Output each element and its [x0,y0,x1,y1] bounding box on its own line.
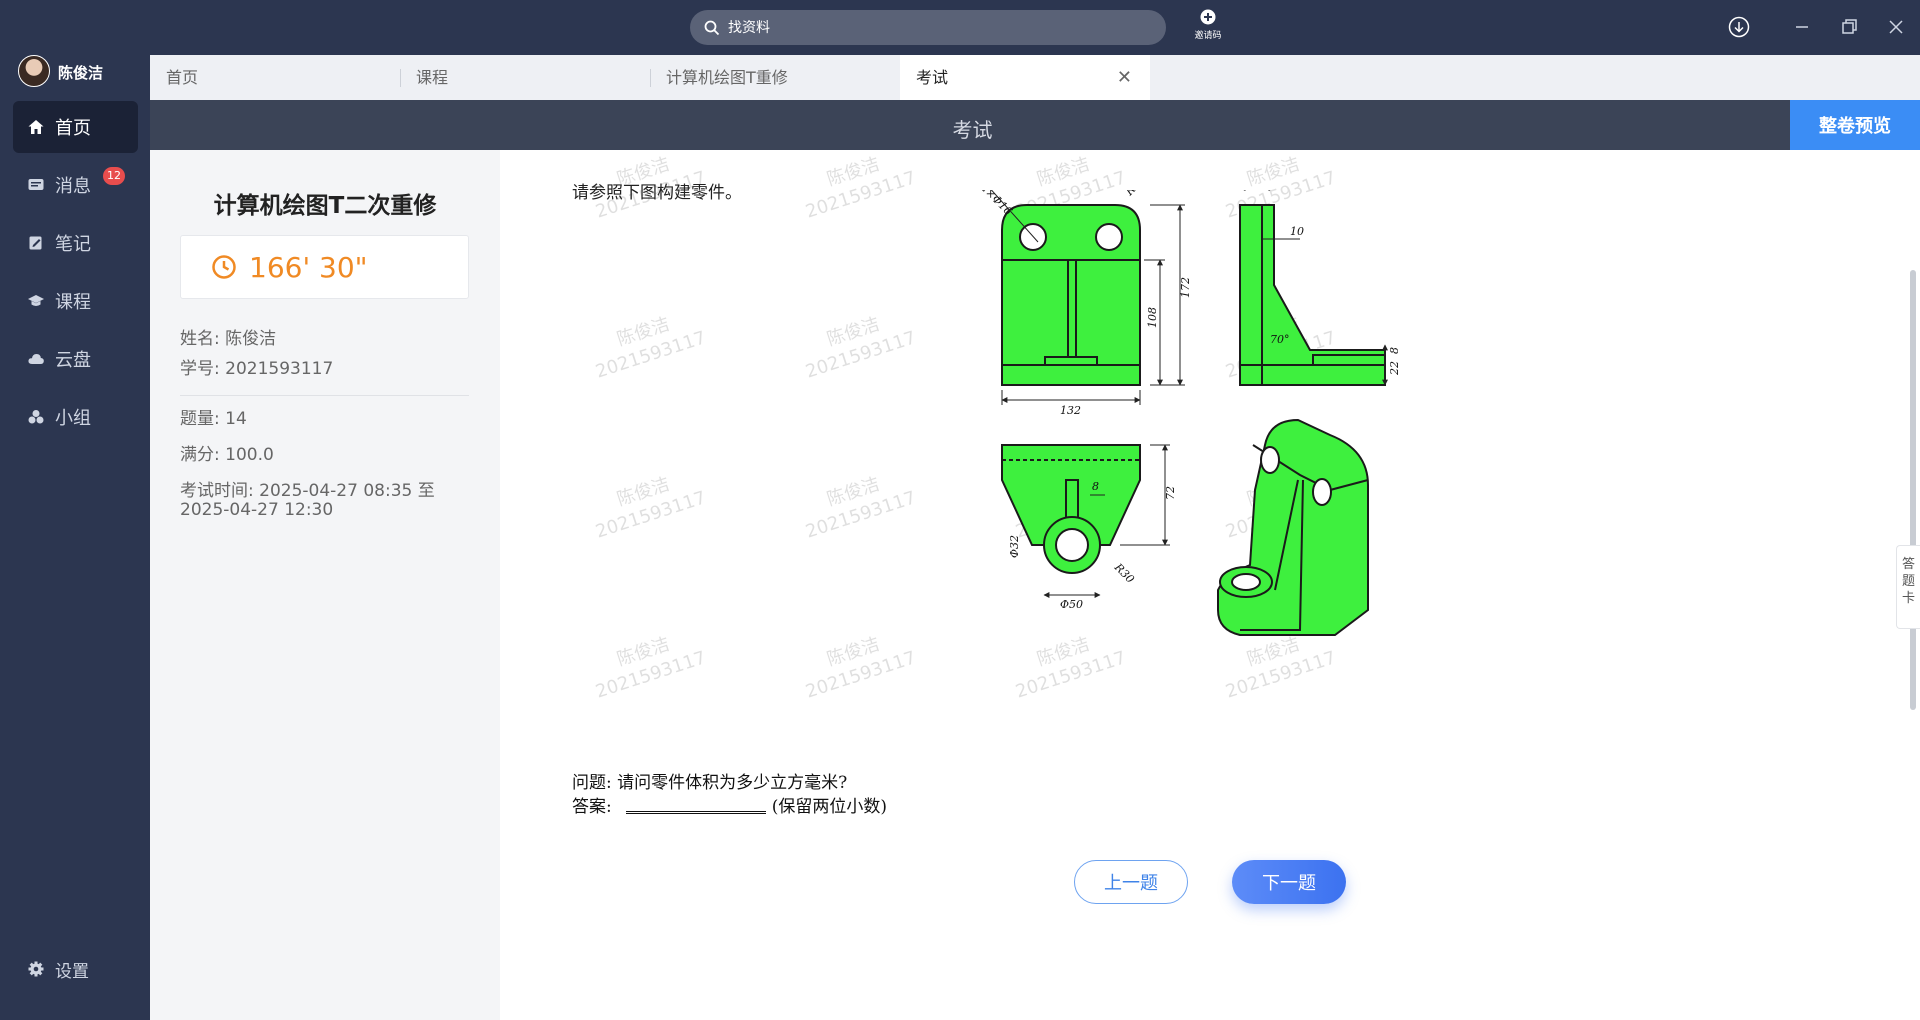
student-name: 姓名: 陈俊洁 [180,329,277,349]
answer-label: 答案: [572,797,612,817]
next-question-button[interactable]: 下一题 [1232,860,1346,904]
user-name: 陈俊洁 [58,64,104,82]
watermark: 陈俊洁2021593117 [795,303,919,384]
title-bar: 邀请码 [0,0,1920,55]
invite-code-button[interactable]: 邀请码 [1190,9,1226,41]
dim-boss-50: Φ50 [1060,598,1083,611]
sidebar: 陈俊洁 首页 消息 12 笔记 课程 云盘 小组 设置 [0,55,150,1020]
isometric-view [1217,418,1369,636]
exam-info-panel: 计算机绘图T二次重修 166' 30" 姓名: 陈俊洁 学号: 20215931… [150,150,500,1020]
sidebar-item-home[interactable]: 首页 [13,101,138,153]
avatar[interactable] [18,55,50,87]
dim-height-8: 8 [1388,347,1401,354]
question-text: 问题: 请问零件体积为多少立方毫米? [572,773,848,793]
watermark: 陈俊洁2021593117 [585,623,709,704]
student-id: 学号: 2021593117 [180,359,334,379]
watermark: 陈俊洁2021593117 [795,150,919,225]
dim-angle-70: 70° [1270,333,1290,346]
tab-label: 考试 [916,68,949,87]
invite-code-label: 邀请码 [1194,31,1222,41]
tab-course-detail[interactable]: 计算机绘图T重修 [650,55,900,100]
sidebar-item-label: 消息 [55,176,91,197]
top-view [1001,444,1141,574]
scrollbar-thumb[interactable] [1910,270,1916,710]
download-icon[interactable] [1728,16,1750,38]
exam-time-start: 考试时间: 2025-04-27 08:35 至 [180,481,435,501]
page-title: 考试 [952,118,993,142]
side-view [1239,204,1386,386]
unread-badge: 12 [103,167,125,185]
clock-icon [212,255,236,279]
search-box[interactable] [690,10,1166,45]
tab-home[interactable]: 首页 [150,55,400,100]
watermark: 陈俊洁2021593117 [795,463,919,544]
graduation-cap-icon [28,295,44,306]
dim-width-132: 132 [1060,404,1081,417]
question-prompt: 请参照下图构建零件。 [572,183,742,203]
tab-courses[interactable]: 课程 [400,55,650,100]
sidebar-item-courses[interactable]: 课程 [13,275,138,327]
dim-radius-top: R30 [1122,190,1148,199]
front-view [1001,204,1141,386]
add-circle-icon [1200,9,1216,25]
search-icon [704,20,720,35]
group-icon [28,410,44,424]
dim-depth-72: 72 [1164,486,1177,500]
sidebar-item-label: 笔记 [55,234,91,255]
sidebar-item-groups[interactable]: 小组 [13,391,138,443]
sidebar-item-messages[interactable]: 消息 12 [13,159,138,211]
watermark: 陈俊洁2021593117 [585,463,709,544]
sidebar-item-label: 云盘 [55,350,91,371]
sidebar-item-label: 课程 [55,292,91,313]
sidebar-item-label: 小组 [55,408,91,429]
search-input[interactable] [728,19,1128,36]
sidebar-item-label: 首页 [55,118,91,139]
sidebar-item-cloud-disk[interactable]: 云盘 [13,333,138,385]
notes-icon [29,236,42,250]
full-score: 满分: 100.0 [180,445,274,465]
exam-title: 计算机绘图T二次重修 [213,193,437,219]
answer-note: (保留两位小数) [771,797,887,817]
answer-blank[interactable] [625,796,766,814]
tab-bar: 首页 课程 计算机绘图T重修 考试 ✕ [150,55,1920,100]
dim-hole-diameter: 2×Φ16 [977,190,1015,218]
home-icon [28,120,44,134]
message-icon [28,179,44,190]
technical-drawing: 2×Φ16 R30 172 108 132 32 10 70° 22 8 8 7… [977,190,1401,636]
dim-radius-boss: R30 [1111,560,1137,586]
exam-header-bar: 考试 整卷预览 [150,100,1920,150]
dim-height-172: 172 [1179,277,1192,298]
watermark: 陈俊洁2021593117 [585,303,709,384]
timer-value: 166' 30" [249,250,368,284]
exam-time-end: 2025-04-27 12:30 [180,500,334,520]
tab-label: 首页 [166,68,199,87]
tab-label: 课程 [416,68,449,87]
cloud-icon [28,354,44,364]
question-count: 题量: 14 [180,409,247,429]
settings-label: 设置 [55,961,89,982]
divider [180,395,469,396]
dim-rib-8: 8 [1092,480,1099,493]
dim-height-108: 108 [1146,307,1159,328]
countdown-timer: 166' 30" [180,235,469,299]
minimize-icon[interactable] [1791,16,1813,38]
answer-card-tab[interactable]: 答题卡 [1896,545,1920,629]
dim-thickness-10: 10 [1290,225,1304,238]
sidebar-item-notes[interactable]: 笔记 [13,217,138,269]
gear-icon [28,961,44,977]
answer-row: 答案: (保留两位小数) [572,792,887,817]
watermark: 陈俊洁2021593117 [795,623,919,704]
restore-icon[interactable] [1838,16,1860,38]
full-paper-preview-button[interactable]: 整卷预览 [1790,100,1920,150]
previous-question-button[interactable]: 上一题 [1074,860,1188,904]
dim-height-22: 22 [1388,361,1401,376]
tab-label: 计算机绘图T重修 [666,68,788,87]
dim-bore-32: Φ32 [1008,535,1021,558]
close-icon[interactable]: ✕ [1117,55,1132,100]
tab-exam[interactable]: 考试 ✕ [900,55,1150,100]
question-area: 陈俊洁 2021593117 陈俊洁 2021593117 陈俊洁 2021593117 陈… [500,150,1920,1020]
settings-button[interactable]: 设置 [13,943,138,995]
close-window-icon[interactable] [1885,16,1907,38]
